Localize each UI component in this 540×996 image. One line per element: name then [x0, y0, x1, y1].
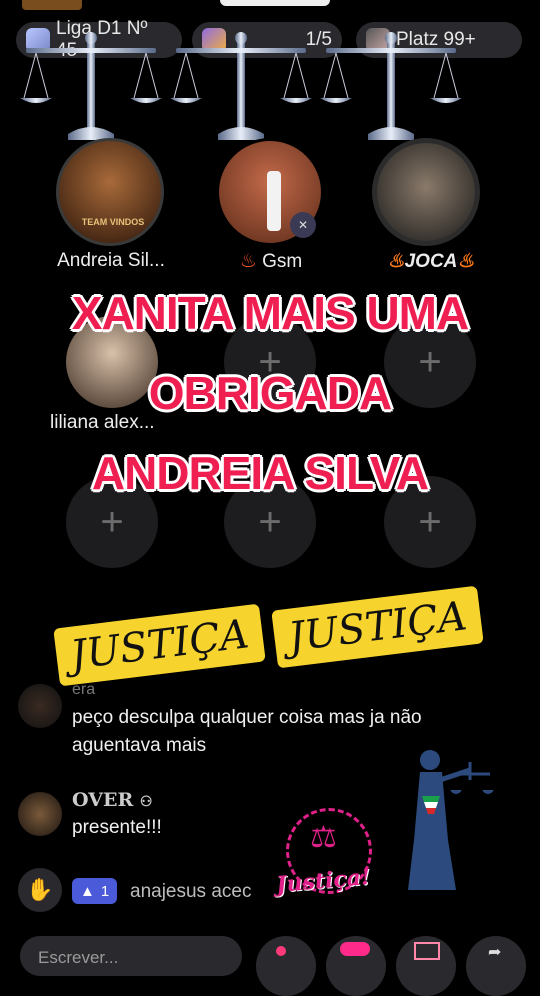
mic-muted-icon: ✕ — [290, 212, 316, 238]
chat-username: OVER — [72, 789, 134, 811]
rose-icon — [340, 942, 370, 956]
games-icon — [276, 946, 286, 956]
scale-icon — [170, 32, 312, 140]
chat-message: presente!!! — [72, 817, 162, 838]
chat-username-wrap: OVER ⚇ — [72, 786, 152, 816]
seat-avatar-1[interactable]: TEAM VINDOS — [56, 138, 164, 246]
share-button[interactable]: ➦ — [466, 936, 526, 996]
lady-justice-icon — [408, 750, 494, 890]
gift-icon — [414, 942, 440, 960]
seat-name-3-wrap: ♨JOCA♨ — [356, 250, 506, 273]
message-placeholder: Escrever... — [38, 948, 119, 967]
gift-button[interactable] — [396, 936, 456, 996]
chat-avatar[interactable] — [18, 792, 62, 836]
games-button[interactable] — [256, 936, 316, 996]
justica-sticker-left: JUSTIÇA — [53, 603, 266, 687]
share-icon: ➦ — [488, 944, 502, 961]
plus-icon: + — [100, 499, 124, 544]
chat-message: anajesus acec — [130, 881, 252, 902]
seat-name-2: Gsm — [262, 251, 303, 272]
chat-avatar[interactable] — [18, 684, 62, 728]
flame-icon: ♨ — [239, 251, 257, 272]
fire-icon: ♨ — [457, 251, 475, 272]
fire-icon: ♨ — [387, 251, 405, 272]
banner-line-1: XANITA MAIS UMA — [71, 287, 469, 339]
wave-icon[interactable]: ✋ — [18, 868, 62, 912]
gift-effect-button[interactable] — [326, 936, 386, 996]
top-strip — [0, 0, 540, 12]
chat-username: era — [72, 681, 96, 698]
justica-sticker-right: JUSTIÇA — [271, 585, 484, 669]
team-badge: TEAM VINDOS — [81, 217, 145, 227]
banner-line-2: OBRIGADA — [148, 367, 392, 419]
seat-name-3: JOCA — [404, 251, 458, 272]
seal-scale-icon: ⚖ — [310, 821, 337, 854]
banner-line-3: ANDREIA SILVA — [91, 447, 429, 499]
level-number: 1 — [100, 882, 110, 900]
seat-name-1: Andreia Sil... — [57, 250, 165, 271]
level-badge: ▲ 1 — [72, 878, 118, 904]
rank-triangle-icon: ▲ — [80, 882, 95, 900]
plus-icon: + — [418, 499, 442, 544]
message-input[interactable]: Escrever... — [20, 936, 242, 976]
plus-icon: + — [258, 499, 282, 544]
top-pill — [220, 0, 330, 6]
seat-name-2-wrap: ♨ Gsm — [196, 250, 346, 273]
group-icon: ⚇ — [139, 794, 153, 810]
team-badge-top — [22, 0, 82, 10]
seat-avatar-3[interactable] — [372, 138, 480, 246]
